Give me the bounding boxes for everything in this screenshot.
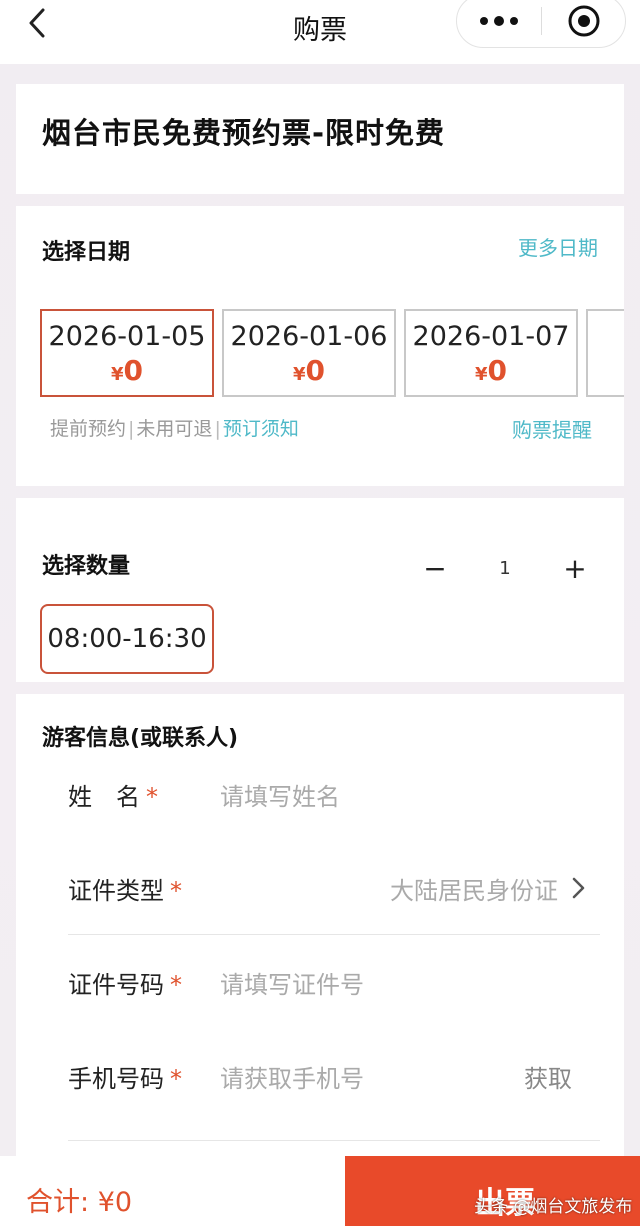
note-advance: 提前预约 <box>50 418 127 440</box>
note-refund: 未用可退 <box>136 418 213 440</box>
chevron-right-icon <box>558 877 598 899</box>
visitor-info-card: 游客信息(或联系人) 姓 名 * 请填写姓名 证件类型 * 大陆居民身份证 证件号码… <box>16 694 624 1226</box>
mini-program-capsule <box>456 0 626 48</box>
visitor-section-title: 游客信息(或联系人) <box>42 726 239 751</box>
date-option-partial[interactable] <box>586 309 624 397</box>
id-number-input[interactable]: 请填写证件号 <box>220 965 598 1000</box>
phone-input[interactable]: 请获取手机号 <box>220 1059 498 1094</box>
target-circle-icon <box>568 5 599 37</box>
more-button[interactable] <box>457 16 541 26</box>
decrease-button[interactable]: − <box>420 552 450 585</box>
total-amount: 合计: ¥0 <box>26 1180 132 1219</box>
booking-notice-link[interactable]: 预订须知 <box>223 418 299 440</box>
date-price: ¥0 <box>474 354 507 387</box>
more-dots-icon <box>480 16 518 26</box>
name-row: 姓 名 * 请填写姓名 <box>68 764 598 824</box>
date-options: 2026-01-05 ¥0 2026-01-06 ¥0 2026-01-07 ¥… <box>40 309 624 399</box>
nav-bar: 购票 <box>0 0 640 64</box>
quantity-value: 1 <box>499 558 511 579</box>
phone-label: 手机号码 * <box>68 1064 182 1093</box>
date-section-title: 选择日期 <box>42 240 131 265</box>
quantity-card: 选择数量 − 1 + 08:00-16:30 <box>16 498 624 682</box>
close-mini-program-button[interactable] <box>542 4 625 38</box>
date-text: 2026-01-07 <box>412 321 570 352</box>
id-number-row: 证件号码 * 请填写证件号 <box>68 952 598 1012</box>
booking-notes: 提前预约 | 未用可退 | 预订须知 <box>50 418 299 440</box>
increase-button[interactable]: + <box>560 552 590 585</box>
total-label: 合计: <box>26 1187 98 1218</box>
quantity-section-title: 选择数量 <box>42 554 131 579</box>
date-price: ¥0 <box>110 354 143 387</box>
date-option[interactable]: 2026-01-06 ¥0 <box>222 309 396 397</box>
time-slot-option[interactable]: 08:00-16:30 <box>40 604 214 674</box>
date-text: 2026-01-05 <box>48 321 206 352</box>
total-value: ¥0 <box>97 1187 133 1218</box>
date-selection-card: 选择日期 更多日期 2026-01-05 ¥0 2026-01-06 ¥0 20… <box>16 206 624 486</box>
more-dates-link[interactable]: 更多日期 <box>518 232 598 261</box>
purchase-reminder-link[interactable]: 购票提醒 <box>512 414 592 443</box>
ticket-title: 烟台市民免费预约票-限时免费 <box>42 116 446 150</box>
quantity-stepper: − 1 + <box>420 552 590 585</box>
date-option[interactable]: 2026-01-07 ¥0 <box>404 309 578 397</box>
id-type-row[interactable]: 证件类型 * 大陆居民身份证 <box>68 858 598 918</box>
get-phone-button[interactable]: 获取 <box>498 1059 598 1094</box>
id-type-label: 证件类型 * <box>68 876 182 905</box>
row-divider <box>68 1140 600 1141</box>
date-text: 2026-01-06 <box>230 321 388 352</box>
name-label: 姓 名 * <box>68 782 158 811</box>
name-input[interactable]: 请填写姓名 <box>220 777 598 812</box>
date-option[interactable]: 2026-01-05 ¥0 <box>40 309 214 397</box>
phone-row: 手机号码 * 请获取手机号 获取 <box>68 1046 598 1106</box>
row-divider <box>68 934 600 935</box>
id-number-label: 证件号码 * <box>68 970 182 999</box>
watermark-text: 头条 @烟台文旅发布 <box>474 1197 633 1217</box>
id-type-select[interactable]: 大陆居民身份证 <box>220 871 558 906</box>
date-price: ¥0 <box>292 354 325 387</box>
ticket-title-card: 烟台市民免费预约票-限时免费 <box>16 84 624 194</box>
